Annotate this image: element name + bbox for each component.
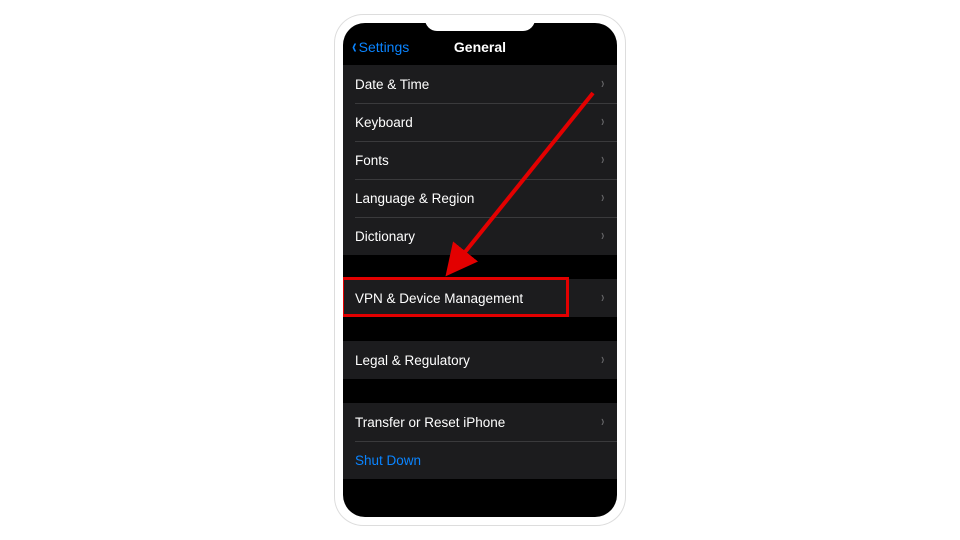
- item-label: Date & Time: [355, 77, 429, 92]
- item-label: VPN & Device Management: [355, 291, 523, 306]
- settings-list: Date & Time›Keyboard›Fonts›Language & Re…: [343, 65, 617, 479]
- chevron-right-icon: ›: [601, 75, 604, 93]
- chevron-right-icon: ›: [601, 113, 604, 131]
- item-label: Keyboard: [355, 115, 413, 130]
- settings-group: VPN & Device Management ›: [343, 279, 617, 317]
- shut-down-item[interactable]: Shut Down: [343, 441, 617, 479]
- settings-group: Legal & Regulatory ›: [343, 341, 617, 379]
- item-label: Transfer or Reset iPhone: [355, 415, 505, 430]
- chevron-right-icon: ›: [601, 227, 604, 245]
- nav-bar: ‹ Settings General: [343, 29, 617, 65]
- keyboard-item[interactable]: Keyboard ›: [343, 103, 617, 141]
- date-time-item[interactable]: Date & Time ›: [343, 65, 617, 103]
- chevron-left-icon: ‹: [352, 36, 357, 59]
- chevron-right-icon: ›: [601, 189, 604, 207]
- fonts-item[interactable]: Fonts ›: [343, 141, 617, 179]
- back-label: Settings: [359, 39, 410, 55]
- item-label: Fonts: [355, 153, 389, 168]
- item-label: Legal & Regulatory: [355, 353, 470, 368]
- vpn-device-management-item[interactable]: VPN & Device Management ›: [343, 279, 617, 317]
- phone-frame: ‹ Settings General Date & Time › Keyboard ›…: [335, 15, 625, 525]
- chevron-right-icon: ›: [601, 413, 604, 431]
- settings-group: Transfer or Reset iPhone › Shut Down: [343, 403, 617, 479]
- phone-screen: ‹ Settings General Date & Time › Keyboard ›…: [343, 23, 617, 517]
- chevron-right-icon: ›: [601, 289, 604, 307]
- item-label: Language & Region: [355, 191, 474, 206]
- back-button[interactable]: ‹ Settings: [351, 36, 409, 59]
- settings-group: Date & Time›Keyboard›Fonts›Language & Re…: [343, 65, 617, 255]
- phone-notch: [425, 15, 535, 31]
- dictionary-item[interactable]: Dictionary ›: [343, 217, 617, 255]
- legal-regulatory-item[interactable]: Legal & Regulatory ›: [343, 341, 617, 379]
- item-label: Shut Down: [355, 453, 421, 468]
- transfer-reset-item[interactable]: Transfer or Reset iPhone ›: [343, 403, 617, 441]
- chevron-right-icon: ›: [601, 351, 604, 369]
- language-region-item[interactable]: Language & Region ›: [343, 179, 617, 217]
- item-label: Dictionary: [355, 229, 415, 244]
- chevron-right-icon: ›: [601, 151, 604, 169]
